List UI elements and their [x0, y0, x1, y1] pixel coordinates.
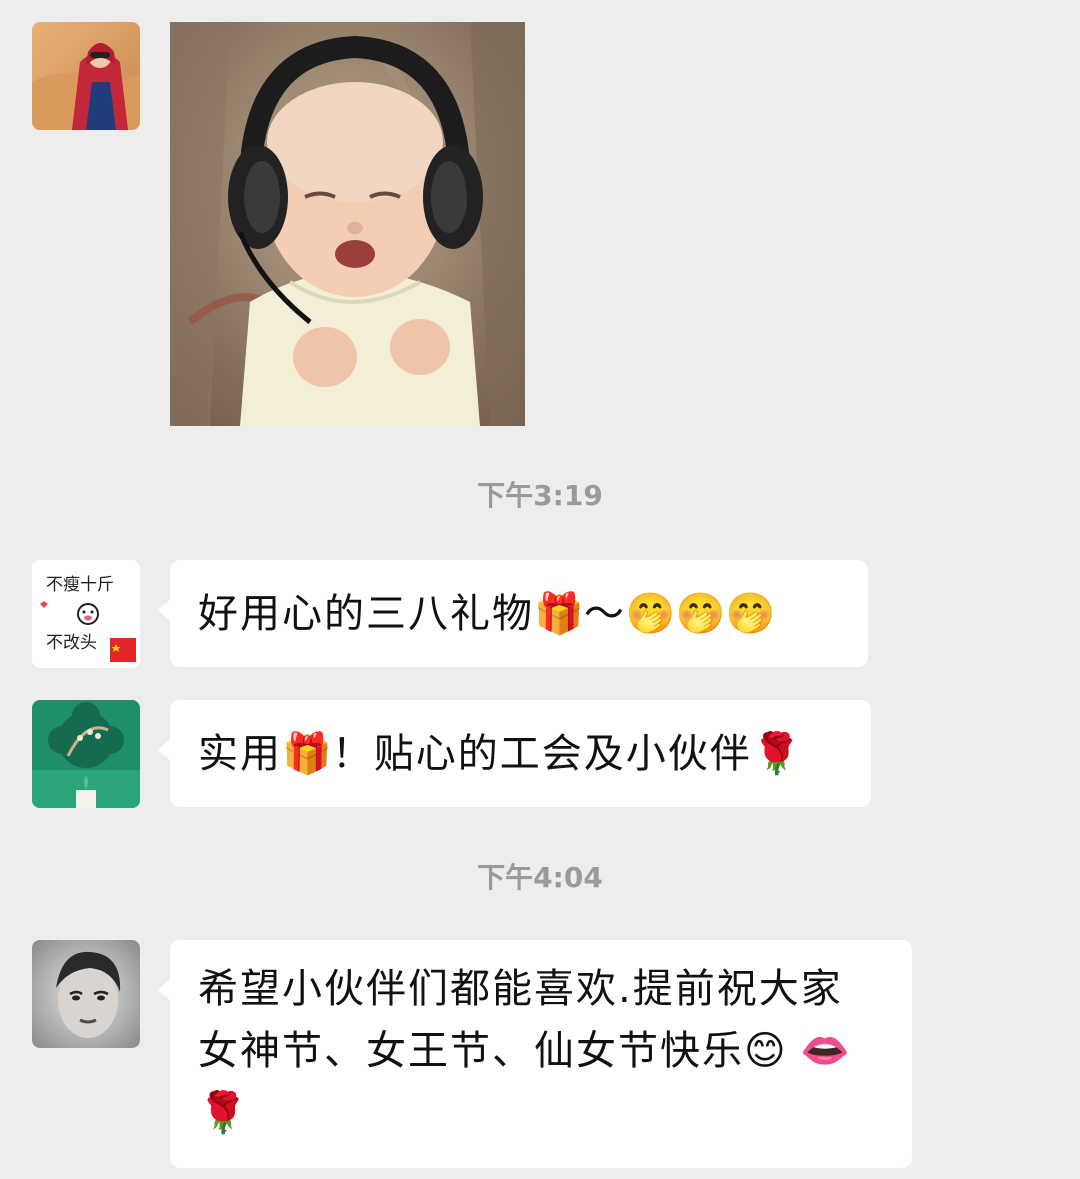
hand-over-mouth-emoji: 🤭 — [625, 591, 676, 637]
avatar-text-line1: 不瘦十斤 — [46, 575, 114, 595]
gift-emoji: 🎁 — [534, 591, 584, 637]
avatar-text-line2: 不改头 — [46, 633, 97, 653]
message-text: 好用心的三八礼物 — [198, 591, 534, 637]
avatar-vintage-portrait[interactable] — [32, 940, 140, 1048]
message-text: ！贴心的工会及小伙伴 — [331, 731, 752, 777]
avatar-green-emblem[interactable] — [32, 700, 140, 808]
desert-red-scarf-avatar-image — [32, 22, 140, 130]
avatar-desert-red-scarf[interactable] — [32, 22, 140, 130]
message-bubble[interactable]: 希望小伙伴们都能喜欢.提前祝大家 女神节、女王节、仙女节快乐😊 👄 🌹 — [158, 940, 912, 1168]
lips-emoji: 👄 — [800, 1028, 851, 1074]
timestamp: 下午4:04 — [477, 861, 603, 894]
baby-headphones-image — [170, 22, 525, 426]
hand-over-mouth-emoji: 🤭 — [675, 591, 726, 637]
message-line-2: 女神节、女王节、仙女节快乐😊 👄 — [198, 1020, 884, 1082]
rose-emoji: 🌹 — [198, 1090, 248, 1136]
avatar-cartoon-pig[interactable]: 不瘦十斤 不改头 — [32, 560, 140, 668]
hand-over-mouth-emoji: 🤭 — [725, 591, 776, 637]
tilde-text: ～ — [583, 591, 626, 637]
baby-headphones-photo[interactable] — [170, 22, 525, 426]
message-text: 女神节、女王节、仙女节快乐 — [198, 1028, 744, 1074]
message-line-1: 希望小伙伴们都能喜欢.提前祝大家 — [198, 966, 843, 1012]
rose-emoji: 🌹 — [751, 731, 802, 777]
message-line-3: 🌹 — [198, 1082, 884, 1144]
chat-window: 下午3:19 不瘦十斤 不改头 好用心的三八礼物🎁～🤭🤭🤭 实用🎁！贴心的工会及… — [0, 0, 1080, 1179]
gift-emoji: 🎁 — [282, 731, 332, 777]
message-bubble[interactable]: 好用心的三八礼物🎁～🤭🤭🤭 — [158, 560, 868, 667]
green-emblem-avatar-image — [32, 700, 140, 808]
message-bubble[interactable]: 实用🎁！贴心的工会及小伙伴🌹 — [158, 700, 871, 807]
message-text: 实用 — [198, 731, 282, 777]
timestamp: 下午3:19 — [477, 479, 603, 512]
smiling-face-emoji: 😊 — [744, 1028, 786, 1074]
vintage-portrait-avatar-image — [32, 940, 140, 1048]
cartoon-pig-avatar-image: 不瘦十斤 不改头 — [32, 560, 140, 668]
